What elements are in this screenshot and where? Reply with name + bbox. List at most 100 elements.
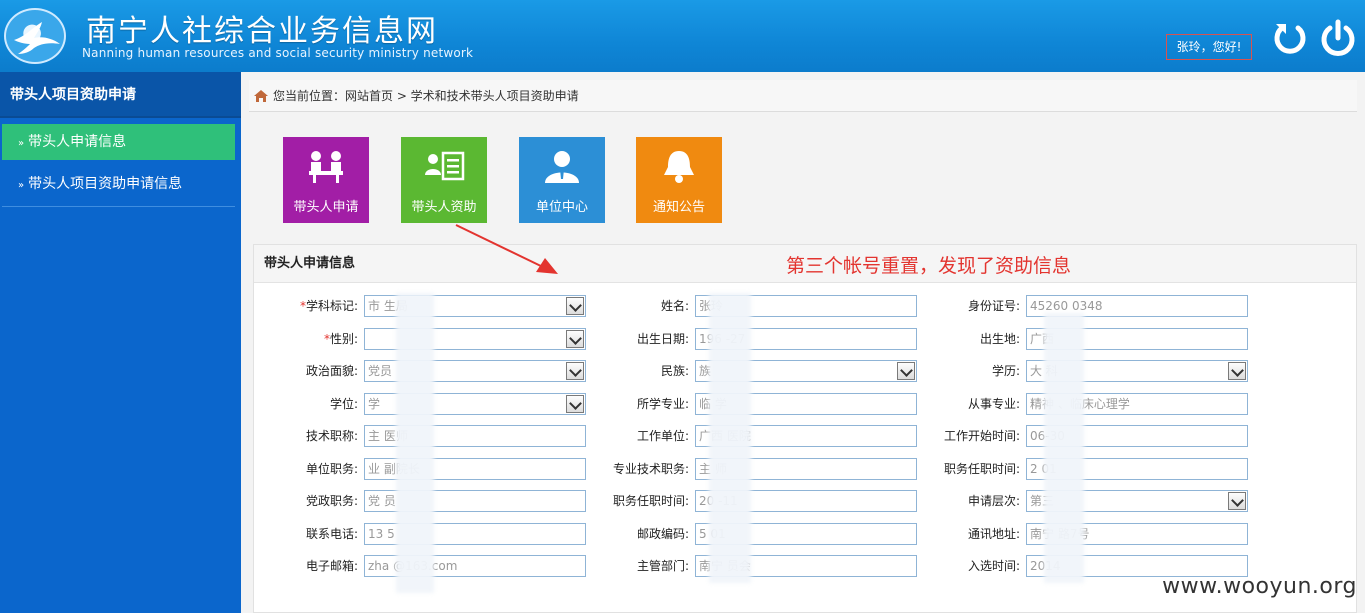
field-label: 工作开始时间: <box>910 425 1020 447</box>
field-label-text: 工作开始时间: <box>943 429 1020 443</box>
field-label-text: 联系电话: <box>305 527 358 541</box>
site-title: 南宁人社综合业务信息网 <box>86 14 438 49</box>
tile-bar: 带头人申请 带头人资助 单位中心 通知公告 <box>253 124 1357 236</box>
field-label-text: 民族: <box>660 364 689 378</box>
header: 南宁人社综合业务信息网 Nanning human resources and … <box>0 0 1365 72</box>
tile-label: 带头人资助 <box>411 200 477 215</box>
field-label-text: 邮政编码: <box>636 527 689 541</box>
field-label-text: 电子邮箱: <box>305 559 358 573</box>
tile-label: 带头人申请 <box>293 200 359 215</box>
field-label-text: 职务任职时间: <box>612 494 689 508</box>
field-label-text: 姓名: <box>660 299 689 313</box>
field-value: 党员 <box>368 364 393 378</box>
field-label: 通讯地址: <box>910 523 1020 545</box>
field-label: 政治面貌: <box>248 360 358 382</box>
field-label: 姓名: <box>579 295 689 317</box>
field-label: 单位职务: <box>248 458 358 480</box>
sidebar-item-applicant-info[interactable]: » 带头人申请信息 <box>2 124 235 160</box>
field-label-text: 申请层次: <box>967 494 1020 508</box>
field-label: *性别: <box>248 328 358 350</box>
tile-applicant[interactable]: 带头人申请 <box>283 137 369 223</box>
field-label: 出生日期: <box>579 328 689 350</box>
user-greeting[interactable]: 张玲，您好! <box>1166 34 1252 60</box>
field-label-text: 出生地: <box>979 332 1020 346</box>
applicant-info-panel: 带头人申请信息 第三个帐号重置，发现了资助信息 *学科标记: 市 生局 *性别: 政治… <box>253 244 1357 613</box>
home-icon[interactable] <box>253 89 269 103</box>
field-label-text: 从事专业: <box>967 397 1020 411</box>
sidebar-divider <box>2 206 235 207</box>
field-label: 电子邮箱: <box>248 555 358 577</box>
field-label-text: 技术职称: <box>305 429 358 443</box>
field-label-text: 单位职务: <box>305 462 358 476</box>
field-label: 学位: <box>248 393 358 415</box>
field-label-text: 党政职务: <box>305 494 358 508</box>
field-label: 党政职务: <box>248 490 358 512</box>
field-label: 身份证号: <box>910 295 1020 317</box>
field-label-text: 入选时间: <box>967 559 1020 573</box>
field-label: 所学专业: <box>579 393 689 415</box>
site-subtitle: Nanning human resources and social secur… <box>82 46 474 60</box>
field-label-text: 学科标记: <box>305 299 358 313</box>
annotation-text: 第三个帐号重置，发现了资助信息 <box>786 255 1072 277</box>
refresh-icon[interactable] <box>1270 18 1310 58</box>
tile-label: 通知公告 <box>652 200 705 215</box>
field-value: 党 员 <box>368 494 396 508</box>
field-label: 申请层次: <box>910 490 1020 512</box>
field-label: 入选时间: <box>910 555 1020 577</box>
field-label-text: 所学专业: <box>636 397 689 411</box>
bird-icon <box>14 22 60 54</box>
tile-funding[interactable]: 带头人资助 <box>401 137 487 223</box>
field-label: 职务任职时间: <box>579 490 689 512</box>
field-label: 工作单位: <box>579 425 689 447</box>
field-label: 职务任职时间: <box>910 458 1020 480</box>
chevron-down-icon[interactable] <box>1228 362 1246 380</box>
field-value: 学 <box>368 397 381 411</box>
field-value: 13 5 <box>368 527 395 541</box>
field-label-text: 身份证号: <box>967 299 1020 313</box>
sidebar-item-label: 带头人项目资助申请信息 <box>28 176 183 192</box>
field-label: 学历: <box>910 360 1020 382</box>
redaction-blur <box>396 293 434 593</box>
breadcrumb-text: 您当前位置：网站首页 > 学术和技术带头人项目资助申请 <box>273 89 579 103</box>
field-label-text: 出生日期: <box>636 332 689 346</box>
sidebar-item-label: 带头人申请信息 <box>28 134 127 150</box>
power-icon[interactable] <box>1318 18 1358 58</box>
sidebar-item-funding-info[interactable]: » 带头人项目资助申请信息 <box>2 166 235 202</box>
tile-unit-center[interactable]: 单位中心 <box>519 137 605 223</box>
redaction-blur <box>1044 313 1084 583</box>
field-label-text: 职务任职时间: <box>943 462 1020 476</box>
bullet-icon: » <box>18 180 25 191</box>
watermark: www.wooyun.org <box>1162 574 1357 599</box>
tile-notice[interactable]: 通知公告 <box>636 137 722 223</box>
breadcrumb: 您当前位置：网站首页 > 学术和技术带头人项目资助申请 <box>249 80 1357 112</box>
field-label: 联系电话: <box>248 523 358 545</box>
field-label-text: 学位: <box>329 397 358 411</box>
field-label-text: 主管部门: <box>636 559 689 573</box>
tile-label: 单位中心 <box>535 200 588 215</box>
bell-icon <box>664 151 694 183</box>
meeting-icon <box>309 151 343 183</box>
field-label: 邮政编码: <box>579 523 689 545</box>
contact-card-icon <box>425 151 465 181</box>
field-value: 45260 0348 <box>1030 299 1103 313</box>
sidebar-title: 带头人项目资助申请 <box>0 72 241 118</box>
field-label-text: 政治面貌: <box>305 364 358 378</box>
field-label: 民族: <box>579 360 689 382</box>
field-label: 从事专业: <box>910 393 1020 415</box>
site-logo <box>4 8 66 64</box>
field-label-text: 学历: <box>991 364 1020 378</box>
sidebar: 带头人项目资助申请 » 带头人申请信息 » 带头人项目资助申请信息 <box>0 72 241 613</box>
field-label-text: 工作单位: <box>636 429 689 443</box>
field-label: 主管部门: <box>579 555 689 577</box>
bullet-icon: » <box>18 138 25 149</box>
field-label-text: 专业技术职务: <box>612 462 689 476</box>
field-label: *学科标记: <box>248 295 358 317</box>
field-label: 出生地: <box>910 328 1020 350</box>
redaction-blur <box>709 293 751 583</box>
main-content: 您当前位置：网站首页 > 学术和技术带头人项目资助申请 带头人申请 带头人资助 <box>241 72 1365 613</box>
chevron-down-icon[interactable] <box>1228 492 1246 510</box>
field-label: 技术职称: <box>248 425 358 447</box>
field-label-text: 性别: <box>329 332 358 346</box>
field-label-text: 通讯地址: <box>967 527 1020 541</box>
user-icon <box>545 151 579 183</box>
